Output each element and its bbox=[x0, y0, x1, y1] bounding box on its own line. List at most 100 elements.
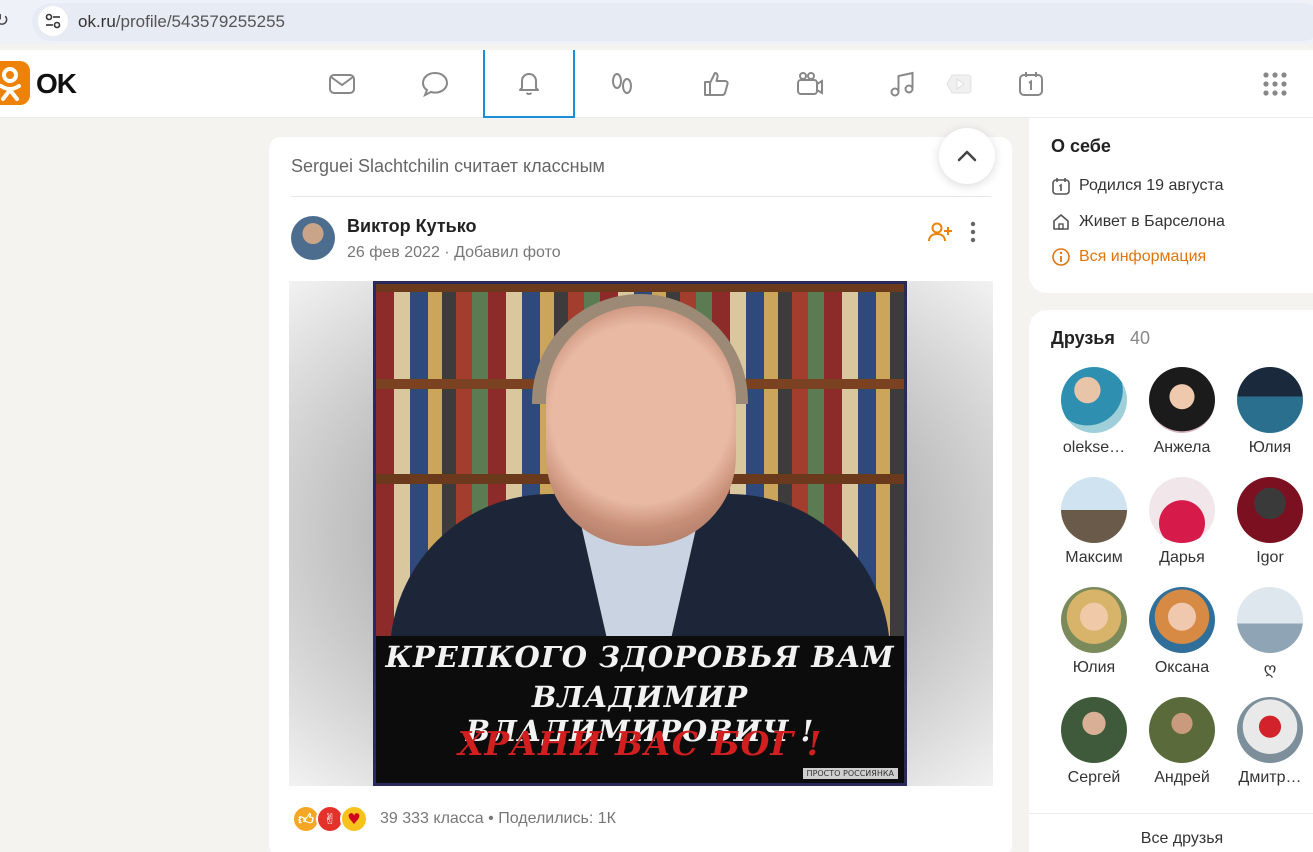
chat-icon bbox=[421, 71, 449, 98]
friend-item[interactable]: olekse… bbox=[1050, 367, 1138, 457]
friend-name: Андрей bbox=[1154, 769, 1210, 786]
friend-item[interactable]: Дарья bbox=[1138, 477, 1226, 567]
post-photo[interactable]: КРЕПКОГО ЗДОРОВЬЯ ВАМ ВЛАДИМИР ВЛАДИМИРО… bbox=[289, 281, 993, 786]
friend-name: olekse… bbox=[1062, 439, 1126, 456]
friend-name: Юлия bbox=[1248, 439, 1292, 456]
friends-count: 40 bbox=[1130, 328, 1151, 348]
feed-header[interactable]: Serguei Slachtchilin считает классным bbox=[291, 156, 605, 177]
camera-icon bbox=[797, 72, 823, 95]
friend-avatar bbox=[1061, 587, 1127, 653]
caption-line-3: ХРАНИ ВАС БОГ ! bbox=[457, 724, 823, 763]
top-navigation: OK bbox=[0, 50, 1313, 118]
friend-name: Юлия bbox=[1072, 659, 1116, 676]
all-info-text: Вся информация bbox=[1079, 248, 1207, 265]
tune-icon bbox=[45, 13, 61, 29]
friend-avatar bbox=[1237, 587, 1303, 653]
friends-title[interactable]: Друзья bbox=[1051, 328, 1115, 349]
friend-avatar bbox=[1149, 587, 1215, 653]
ok-logo-icon[interactable] bbox=[0, 61, 30, 105]
birthday-row: Родился 19 августа bbox=[1051, 174, 1224, 198]
image-watermark: ПРОСТО РОССИЯНКА bbox=[802, 768, 898, 779]
friend-item[interactable]: Анжела bbox=[1138, 367, 1226, 457]
friend-item[interactable]: Юлия bbox=[1226, 367, 1313, 457]
guests-icon bbox=[612, 73, 632, 94]
reactions-summary[interactable]: 👍︎ ✌︎ ♥ bbox=[292, 805, 374, 833]
all-info-link[interactable]: Вся информация bbox=[1051, 245, 1206, 269]
scroll-up-button[interactable] bbox=[939, 128, 995, 184]
post-stats[interactable]: 39 333 класса • Поделились: 1К bbox=[380, 810, 616, 828]
about-card: О себе Родился 19 августа Живет в Барсел… bbox=[1029, 118, 1313, 293]
video-icon bbox=[946, 74, 972, 94]
home-icon bbox=[1053, 214, 1069, 230]
friend-avatar bbox=[1237, 477, 1303, 543]
friend-avatar bbox=[1061, 477, 1127, 543]
friend-name: Максим bbox=[1065, 549, 1123, 566]
friend-avatar bbox=[1149, 477, 1215, 543]
chevron-up-icon bbox=[957, 150, 977, 162]
like-icon bbox=[704, 72, 729, 96]
friend-item[interactable]: Сергей bbox=[1050, 697, 1138, 787]
author-name[interactable]: Виктор Кутько bbox=[347, 216, 477, 237]
author-avatar[interactable] bbox=[291, 216, 335, 260]
friend-avatar bbox=[1149, 367, 1215, 433]
friend-name: Дарья bbox=[1159, 549, 1205, 566]
divider bbox=[1029, 813, 1313, 814]
browser-toolbar: ↻ ok.ru/profile/543579255255 bbox=[0, 0, 1313, 44]
friends-card: Друзья 40 olekse… Анжела Юлия Максим Дар… bbox=[1029, 310, 1313, 852]
nav-events[interactable] bbox=[670, 50, 762, 118]
site-info-icon[interactable] bbox=[38, 6, 68, 36]
city-row: Живет в Барселона bbox=[1051, 210, 1225, 234]
nav-guests[interactable] bbox=[576, 50, 668, 118]
url-text[interactable]: ok.ru/profile/543579255255 bbox=[78, 12, 285, 32]
bell-icon bbox=[519, 73, 539, 95]
feed-card: Serguei Slachtchilin считает классным Ви… bbox=[269, 137, 1012, 852]
love-reaction-icon: ♥ bbox=[340, 805, 368, 833]
friend-avatar bbox=[1149, 697, 1215, 763]
friend-name: ღ bbox=[1263, 661, 1277, 678]
mail-icon bbox=[329, 74, 355, 94]
add-friend-icon[interactable] bbox=[927, 219, 953, 245]
friend-item[interactable]: Дмитр… bbox=[1226, 697, 1313, 787]
friend-item[interactable]: Оксана bbox=[1138, 587, 1226, 677]
friend-avatar bbox=[1061, 697, 1127, 763]
nav-notifications[interactable] bbox=[483, 50, 575, 118]
friend-name: Оксана bbox=[1154, 659, 1210, 676]
info-icon bbox=[1052, 248, 1070, 266]
about-title: О себе bbox=[1051, 136, 1111, 156]
post-meta: 26 фев 2022 · Добавил фото bbox=[347, 244, 561, 261]
divider bbox=[291, 196, 991, 197]
friend-name: Igor bbox=[1256, 549, 1284, 566]
nav-discussions[interactable] bbox=[389, 50, 481, 118]
friend-item[interactable]: Андрей bbox=[1138, 697, 1226, 787]
friend-name: Сергей bbox=[1067, 769, 1121, 786]
all-friends-link[interactable]: Все друзья bbox=[1029, 830, 1313, 848]
birthday-text: Родился 19 августа bbox=[1079, 177, 1224, 194]
friend-avatar bbox=[1061, 367, 1127, 433]
music-icon bbox=[890, 71, 914, 97]
url-domain: ok.ru bbox=[78, 12, 116, 31]
calendar-icon bbox=[1052, 178, 1070, 195]
caption-line-1: КРЕПКОГО ЗДОРОВЬЯ ВАМ bbox=[385, 640, 895, 674]
ok-logo-glyph bbox=[0, 67, 21, 101]
friend-name: Анжела bbox=[1153, 439, 1211, 456]
poster-image: КРЕПКОГО ЗДОРОВЬЯ ВАМ ВЛАДИМИР ВЛАДИМИРО… bbox=[373, 281, 907, 786]
nav-photos[interactable] bbox=[764, 50, 856, 118]
friend-name: Дмитр… bbox=[1238, 769, 1302, 786]
friend-item[interactable]: Максим bbox=[1050, 477, 1138, 567]
city-text: Живет в Барселона bbox=[1079, 213, 1225, 230]
nav-calendar[interactable] bbox=[985, 50, 1077, 118]
apps-menu-button[interactable] bbox=[1229, 50, 1313, 118]
friend-item[interactable]: Igor bbox=[1226, 477, 1313, 567]
more-options-icon[interactable] bbox=[965, 219, 981, 245]
friend-item[interactable]: ღ bbox=[1226, 587, 1313, 679]
friend-item[interactable]: Юлия bbox=[1050, 587, 1138, 677]
grid-icon bbox=[1263, 72, 1287, 96]
brand-name[interactable]: OK bbox=[36, 68, 77, 100]
calendar-icon bbox=[1019, 72, 1043, 96]
face-shape bbox=[546, 306, 736, 546]
url-path: /profile/543579255255 bbox=[115, 12, 285, 31]
friend-avatar bbox=[1237, 367, 1303, 433]
friend-avatar bbox=[1237, 697, 1303, 763]
reload-icon[interactable]: ↻ bbox=[0, 10, 9, 31]
nav-messages[interactable] bbox=[296, 50, 388, 118]
